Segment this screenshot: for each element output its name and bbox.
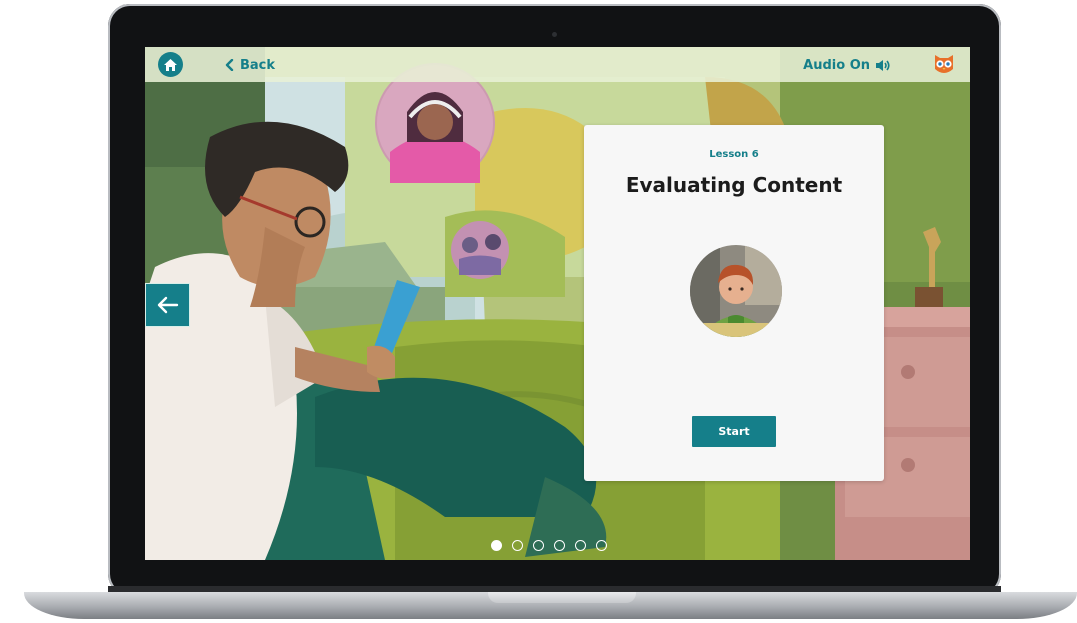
start-button[interactable]: Start bbox=[692, 416, 776, 447]
audio-label: Audio On bbox=[803, 57, 870, 73]
top-nav-bar: Back Audio On bbox=[145, 47, 970, 82]
back-button[interactable]: Back bbox=[225, 55, 275, 75]
pagination-dot[interactable] bbox=[575, 540, 586, 551]
home-button[interactable] bbox=[158, 52, 183, 77]
laptop-notch bbox=[488, 592, 636, 603]
pagination-dots bbox=[491, 540, 607, 554]
pagination-dot[interactable] bbox=[596, 540, 607, 551]
app-screen: Back Audio On Lesson 6 Evaluating Conten… bbox=[145, 47, 970, 560]
lesson-thumbnail bbox=[690, 245, 782, 337]
lesson-number: Lesson 6 bbox=[709, 149, 759, 160]
home-icon bbox=[164, 58, 177, 71]
arrow-left-icon bbox=[157, 296, 178, 314]
owl-avatar-icon[interactable] bbox=[932, 53, 956, 76]
chevron-left-icon bbox=[225, 59, 234, 71]
pagination-dot[interactable] bbox=[491, 540, 502, 551]
pagination-dot[interactable] bbox=[554, 540, 565, 551]
pagination-dot[interactable] bbox=[533, 540, 544, 551]
webcam bbox=[552, 32, 557, 37]
speaker-icon bbox=[876, 59, 890, 71]
previous-slide-button[interactable] bbox=[145, 283, 190, 327]
pagination-dot[interactable] bbox=[512, 540, 523, 551]
lesson-title: Evaluating Content bbox=[625, 173, 843, 197]
back-label: Back bbox=[240, 57, 276, 73]
lesson-card: Lesson 6 Evaluating Content Start bbox=[584, 125, 884, 481]
audio-toggle-button[interactable]: Audio On bbox=[803, 56, 891, 74]
